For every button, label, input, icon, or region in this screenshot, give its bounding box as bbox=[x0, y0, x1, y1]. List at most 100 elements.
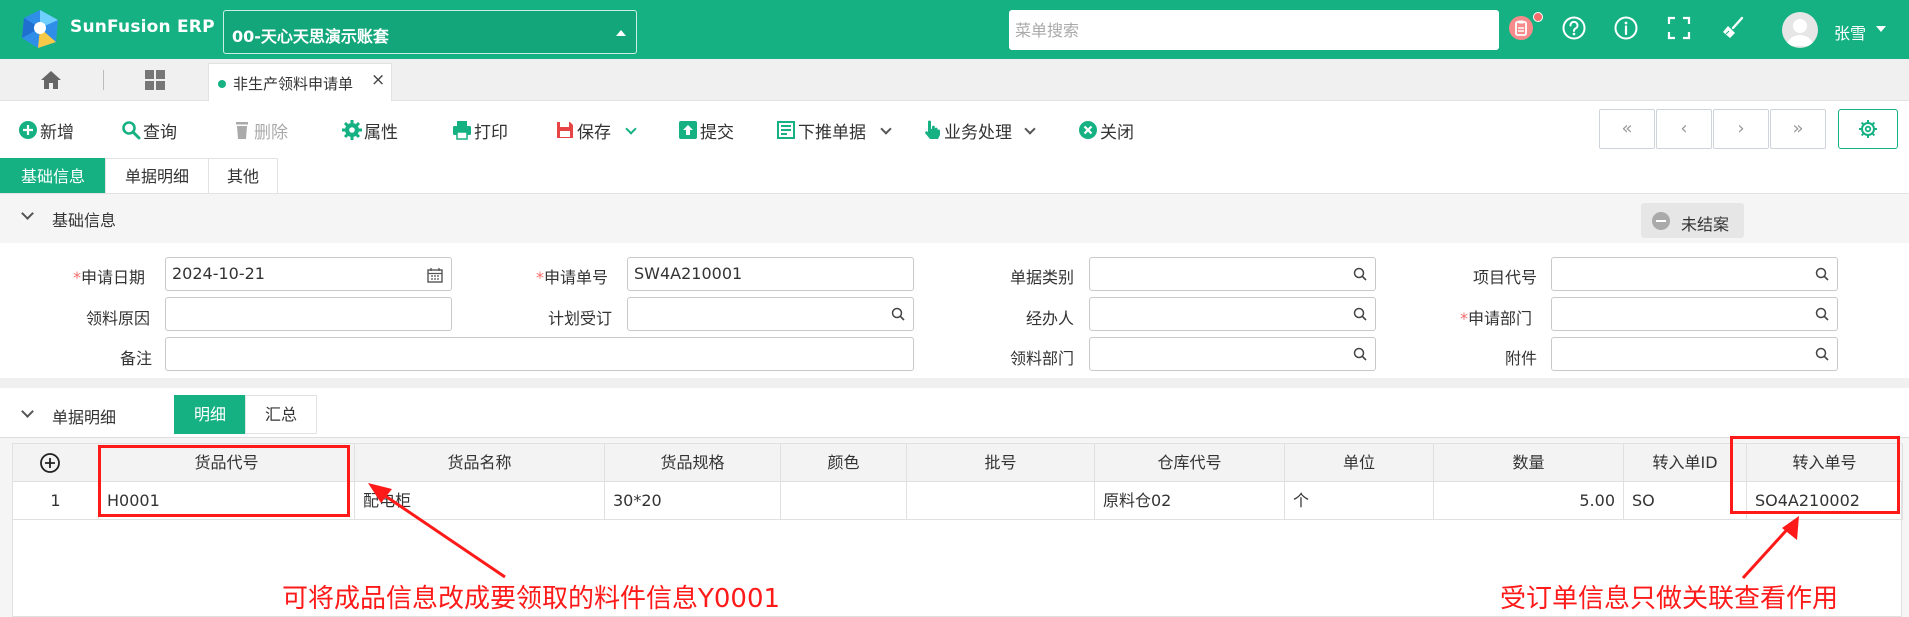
project-label: 项目代号 bbox=[1473, 268, 1538, 287]
plus-circle-icon[interactable] bbox=[39, 452, 61, 474]
trash-icon bbox=[236, 122, 248, 139]
highlight-box-item-code bbox=[98, 445, 350, 517]
help-icon[interactable] bbox=[1561, 15, 1587, 41]
search-icon[interactable] bbox=[1815, 267, 1829, 281]
chevron-down-icon[interactable] bbox=[21, 207, 34, 220]
tab-divider bbox=[103, 70, 104, 90]
document-list-icon bbox=[777, 121, 795, 139]
settings-button[interactable] bbox=[1838, 109, 1898, 149]
handler-field[interactable] bbox=[1089, 297, 1376, 331]
plan-label: 计划受订 bbox=[548, 309, 613, 328]
account-selector[interactable]: 00-天心天思演示账套 bbox=[223, 10, 637, 54]
plus-circle-icon bbox=[19, 121, 37, 139]
cell-color[interactable] bbox=[781, 482, 907, 520]
cell-unit[interactable]: 个 bbox=[1285, 482, 1434, 520]
chevron-down-icon bbox=[880, 123, 892, 135]
toggle-detail[interactable]: 明细 bbox=[174, 395, 246, 434]
search-icon[interactable] bbox=[891, 307, 905, 321]
toggle-summary[interactable]: 汇总 bbox=[245, 395, 317, 434]
column-header[interactable]: 颜色 bbox=[781, 444, 907, 482]
column-header[interactable]: 仓库代号 bbox=[1095, 444, 1285, 482]
cell-source-id: SO bbox=[1624, 482, 1747, 520]
basic-info-header: 基础信息 bbox=[0, 193, 1909, 243]
pick-dept-field[interactable] bbox=[1089, 337, 1376, 371]
grid-icon[interactable] bbox=[144, 69, 166, 91]
chevron-down-icon bbox=[1024, 123, 1036, 135]
apply-dept-field[interactable] bbox=[1551, 297, 1838, 331]
apply-date-field[interactable]: 2024-10-21 bbox=[165, 257, 452, 291]
search-icon[interactable] bbox=[1353, 267, 1367, 281]
search-icon[interactable] bbox=[1815, 307, 1829, 321]
column-header[interactable]: 数量 bbox=[1434, 444, 1624, 482]
project-field[interactable] bbox=[1551, 257, 1838, 291]
logo-icon bbox=[22, 10, 58, 48]
save-disk-icon bbox=[557, 122, 573, 138]
column-header[interactable]: 批号 bbox=[907, 444, 1095, 482]
apply-no-label: *申请单号 bbox=[536, 268, 609, 287]
info-icon[interactable] bbox=[1613, 15, 1639, 41]
tab-label: 非生产领料申请单 bbox=[233, 75, 354, 93]
tab-document-detail[interactable]: 单据明细 bbox=[105, 158, 209, 194]
doc-type-label: 单据类别 bbox=[1010, 268, 1075, 287]
cell-quantity[interactable]: 5.00 bbox=[1434, 482, 1624, 520]
caret-down-icon[interactable] bbox=[1876, 26, 1886, 32]
search-icon[interactable] bbox=[1815, 347, 1829, 361]
remark-label: 备注 bbox=[120, 349, 153, 368]
section-divider bbox=[0, 378, 1909, 388]
avatar[interactable] bbox=[1782, 12, 1818, 48]
fullscreen-icon[interactable] bbox=[1666, 15, 1692, 41]
annotation-right-text: 受订单信息只做关联查看作用 bbox=[1500, 584, 1839, 614]
minus-circle-icon bbox=[1652, 212, 1670, 230]
cell-item-name[interactable]: 配电柜 bbox=[355, 482, 605, 520]
status-badge: 未结案 bbox=[1641, 203, 1744, 238]
chevron-down-icon bbox=[625, 123, 637, 135]
first-record-button[interactable]: « bbox=[1599, 109, 1655, 149]
reason-field[interactable] bbox=[165, 297, 452, 331]
chevron-down-icon[interactable] bbox=[21, 405, 34, 418]
attachment-field[interactable] bbox=[1551, 337, 1838, 371]
column-header[interactable]: 单位 bbox=[1285, 444, 1434, 482]
clipboard-icon[interactable] bbox=[1508, 15, 1534, 41]
tab-basic-info[interactable]: 基础信息 bbox=[0, 158, 106, 194]
pick-dept-label: 领料部门 bbox=[1010, 349, 1075, 368]
menu-search-input[interactable] bbox=[1009, 10, 1499, 50]
next-record-button[interactable]: › bbox=[1713, 109, 1769, 149]
caret-up-icon bbox=[616, 30, 626, 36]
prev-record-button[interactable]: ‹ bbox=[1656, 109, 1712, 149]
last-record-button[interactable]: » bbox=[1770, 109, 1826, 149]
search-icon bbox=[122, 121, 141, 140]
column-header[interactable]: 货品规格 bbox=[605, 444, 781, 482]
doc-type-field[interactable] bbox=[1089, 257, 1376, 291]
plan-order-field[interactable] bbox=[627, 297, 914, 331]
handler-label: 经办人 bbox=[1026, 309, 1075, 328]
user-name[interactable]: 张雪 bbox=[1834, 20, 1866, 44]
close-icon[interactable]: × bbox=[371, 70, 385, 90]
annotation-left-text: 可将成品信息改成要领取的料件信息Y0001 bbox=[282, 584, 781, 614]
column-header-add bbox=[13, 444, 99, 482]
cell-batch[interactable] bbox=[907, 482, 1095, 520]
tab-non-production-requisition[interactable]: 非生产领料申请单 × bbox=[208, 63, 392, 101]
calendar-icon[interactable] bbox=[427, 267, 443, 283]
search-icon[interactable] bbox=[1353, 347, 1367, 361]
row-number: 1 bbox=[13, 482, 99, 520]
upload-icon bbox=[679, 121, 697, 139]
hand-pointer-icon bbox=[925, 120, 940, 139]
brand-name: SunFusion ERP bbox=[70, 17, 215, 37]
search-icon[interactable] bbox=[1353, 307, 1367, 321]
home-icon[interactable] bbox=[40, 70, 62, 90]
cell-item-spec[interactable]: 30*20 bbox=[605, 482, 781, 520]
active-dot bbox=[218, 80, 226, 88]
printer-icon bbox=[453, 121, 471, 140]
page-tab-strip: 非生产领料申请单 × bbox=[0, 59, 1909, 101]
section-title: 基础信息 bbox=[52, 211, 117, 230]
gear-icon bbox=[1859, 120, 1877, 138]
account-selector-value: 00-天心天思演示账套 bbox=[232, 27, 389, 46]
tab-other[interactable]: 其他 bbox=[208, 158, 278, 194]
broom-icon[interactable] bbox=[1720, 15, 1746, 41]
cell-warehouse[interactable]: 原料仓02 bbox=[1095, 482, 1285, 520]
column-header[interactable]: 货品名称 bbox=[355, 444, 605, 482]
apply-no-field[interactable]: SW4A210001 bbox=[627, 257, 914, 291]
close-circle-icon bbox=[1079, 121, 1097, 139]
column-header[interactable]: 转入单ID bbox=[1624, 444, 1747, 482]
remark-field[interactable] bbox=[165, 337, 914, 371]
